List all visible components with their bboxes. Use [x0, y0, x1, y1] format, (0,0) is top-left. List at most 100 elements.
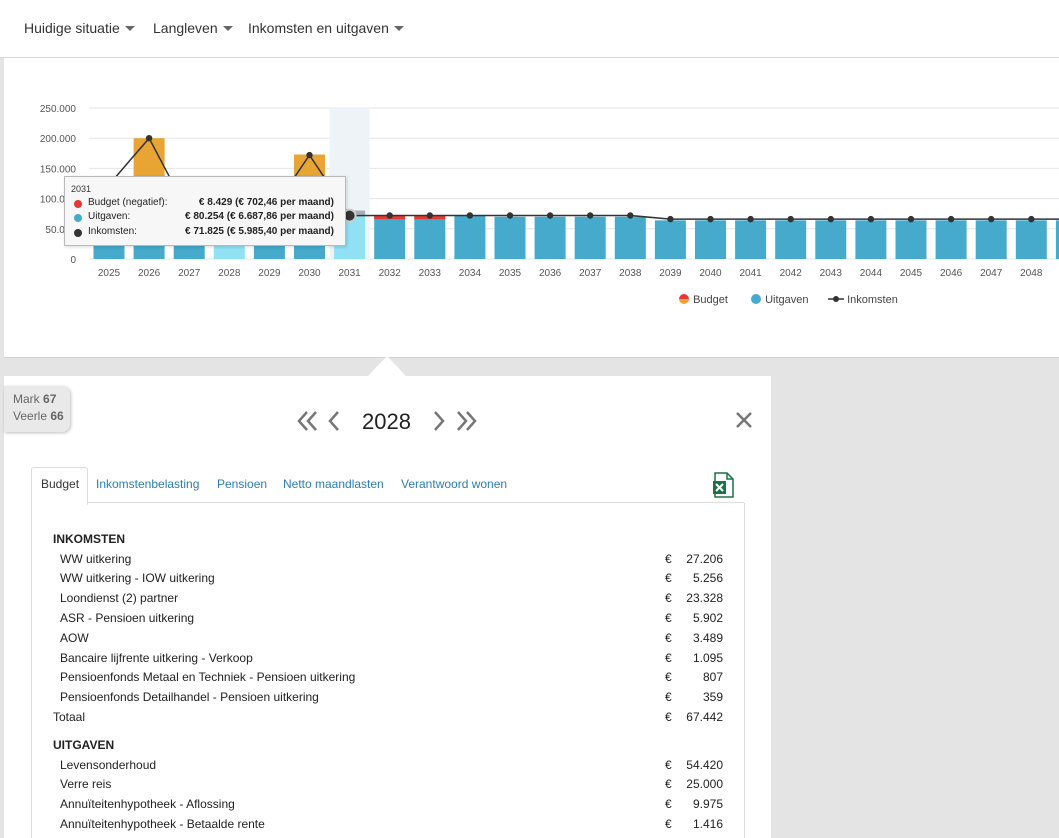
point-inkomsten: [1028, 215, 1035, 223]
tab-inkomstenbelasting[interactable]: Inkomstenbelasting: [96, 477, 199, 491]
row-label: AOW: [60, 631, 89, 645]
row-currency: €: [665, 797, 672, 811]
row-currency: €: [665, 591, 672, 605]
row-currency: €: [665, 777, 672, 791]
tab-budget-label[interactable]: Budget: [41, 477, 79, 491]
person1-name: Mark: [13, 392, 40, 406]
person2-name: Veerle: [13, 409, 48, 423]
row-label: WW uitkering - IOW uitkering: [60, 571, 215, 585]
table-row: Loondienst (2) partner € 23.328: [32, 591, 744, 609]
legend-inkomsten-icon: [828, 296, 844, 302]
tooltip-label: Uitgaven:: [88, 211, 131, 222]
row-label: Totaal: [53, 710, 86, 724]
menu-label: Langleven: [153, 20, 218, 36]
legend-inkomsten[interactable]: Inkomsten: [828, 293, 898, 306]
top-menu-bar: Huidige situatie Langleven Inkomsten en …: [0, 0, 1059, 58]
point-inkomsten: [707, 215, 714, 223]
close-icon[interactable]: [735, 411, 753, 429]
tooltip-row-uitgaven: Uitgaven: € 80.254 (€ 6.687,86 per maand…: [72, 211, 342, 225]
x-tick-label: 2045: [900, 268, 923, 279]
bar-uitgaven: [374, 215, 406, 259]
tooltip-value: € 71.825 (€ 5.985,40 per maand): [185, 226, 334, 237]
double-chevron-left-icon[interactable]: [296, 409, 320, 433]
menu-huidige-situatie[interactable]: Huidige situatie: [24, 20, 135, 36]
table-row: Verre reis € 25.000: [32, 777, 744, 795]
row-value: 25.000: [686, 777, 723, 791]
bar-uitgaven: [855, 220, 887, 259]
row-label: Bancaire lijfrente uitkering - Verkoop: [60, 651, 253, 665]
point-inkomsten: [907, 215, 915, 223]
inkomsten-dot-icon: [74, 229, 82, 237]
legend-budget[interactable]: Budget: [678, 293, 728, 306]
chevron-left-icon[interactable]: [326, 409, 342, 433]
person1-age: 67: [43, 392, 57, 406]
point-inkomsten: [787, 215, 794, 223]
bar-uitgaven: [574, 216, 606, 259]
bar-uitgaven: [695, 220, 726, 259]
x-tick-label: 2033: [419, 268, 442, 279]
point-inkomsten: [587, 212, 594, 219]
point-inkomsten: [988, 215, 995, 223]
double-chevron-right-icon[interactable]: [454, 409, 478, 433]
point-inkomsten: [667, 215, 674, 223]
table-row: Bancaire lijfrente uitkering - Verkoop €…: [32, 651, 744, 669]
tab-netto-maandlasten[interactable]: Netto maandlasten: [283, 477, 384, 491]
row-label: WW uitkering: [60, 552, 132, 566]
bar-uitgaven: [614, 216, 646, 259]
tab-pensioen[interactable]: Pensioen: [217, 477, 267, 491]
chart-tooltip: 2031 Budget (negatief): € 8.429 (€ 702,4…: [64, 176, 346, 246]
inkomsten-heading: INKOMSTEN: [53, 532, 125, 546]
bar-uitgaven: [775, 220, 807, 259]
bar-uitgaven: [654, 220, 686, 259]
point-inkomsten: [426, 212, 433, 219]
x-tick-label: 2034: [459, 268, 482, 279]
bar-uitgaven: [975, 220, 1007, 259]
legend-uitgaven[interactable]: Uitgaven: [750, 293, 808, 306]
table-row: Pensioenfonds Metaal en Techniek - Pensi…: [32, 670, 744, 688]
table-row: AOW € 3.489: [32, 631, 744, 649]
x-tick-label: 2043: [820, 268, 843, 279]
table-row: Annuïteitenhypotheek - Aflossing € 9.975: [32, 797, 744, 815]
x-tick-label: 2025: [98, 268, 121, 279]
x-tick-label: 2026: [138, 268, 161, 279]
tooltip-value: € 80.254 (€ 6.687,86 per maand): [185, 211, 334, 222]
legend-label: Uitgaven: [765, 294, 809, 306]
tab-verantwoord-wonen[interactable]: Verantwoord wonen: [401, 477, 507, 491]
point-inkomsten: [947, 215, 955, 223]
selected-year: 2028: [362, 409, 411, 434]
uitgaven-heading: UITGAVEN: [53, 738, 115, 752]
row-value: 359: [702, 690, 723, 704]
chevron-right-icon[interactable]: [431, 409, 447, 433]
menu-langleven[interactable]: Langleven: [153, 20, 233, 36]
x-tick-label: 2031: [338, 268, 361, 279]
menu-label: Huidige situatie: [24, 20, 120, 36]
budget-dot-icon: [74, 200, 82, 208]
bar-uitgaven: [735, 220, 767, 259]
x-tick-label: 2044: [860, 268, 883, 279]
legend-uitgaven-icon: [751, 294, 761, 304]
tooltip-year: 2031: [71, 184, 92, 194]
point-inkomsten: [386, 212, 393, 219]
person-ages-tab[interactable]: Mark 67 Veerle 66: [4, 386, 70, 432]
y-tick-label: 0: [70, 255, 76, 266]
point-inkomsten: [506, 212, 514, 219]
bar-uitgaven: [414, 215, 446, 259]
x-tick-label: 2027: [178, 268, 201, 279]
row-currency: €: [665, 552, 672, 566]
row-currency: €: [665, 611, 672, 625]
legend-label: Inkomsten: [847, 294, 898, 306]
excel-export-icon[interactable]: [712, 472, 734, 498]
y-tick-label: 150.000: [40, 164, 77, 175]
detail-pointer: [368, 356, 406, 376]
uitgaven-dot-icon: [74, 214, 82, 222]
row-label: Pensioenfonds Metaal en Techniek - Pensi…: [60, 670, 356, 684]
row-value: 9.975: [692, 797, 723, 811]
x-tick-label: 2035: [499, 268, 522, 279]
row-label: Loondienst (2) partner: [60, 591, 179, 605]
menu-inkomsten-uitgaven[interactable]: Inkomsten en uitgaven: [248, 20, 404, 36]
x-tick-label: 2048: [1020, 268, 1043, 279]
row-label: Pensioenfonds Detailhandel - Pensioen ui…: [60, 690, 319, 704]
row-value: 1.095: [692, 651, 723, 665]
tooltip-row-budget: Budget (negatief): € 8.429 (€ 702,46 per…: [72, 197, 342, 211]
y-tick-label: 250.000: [40, 104, 77, 115]
